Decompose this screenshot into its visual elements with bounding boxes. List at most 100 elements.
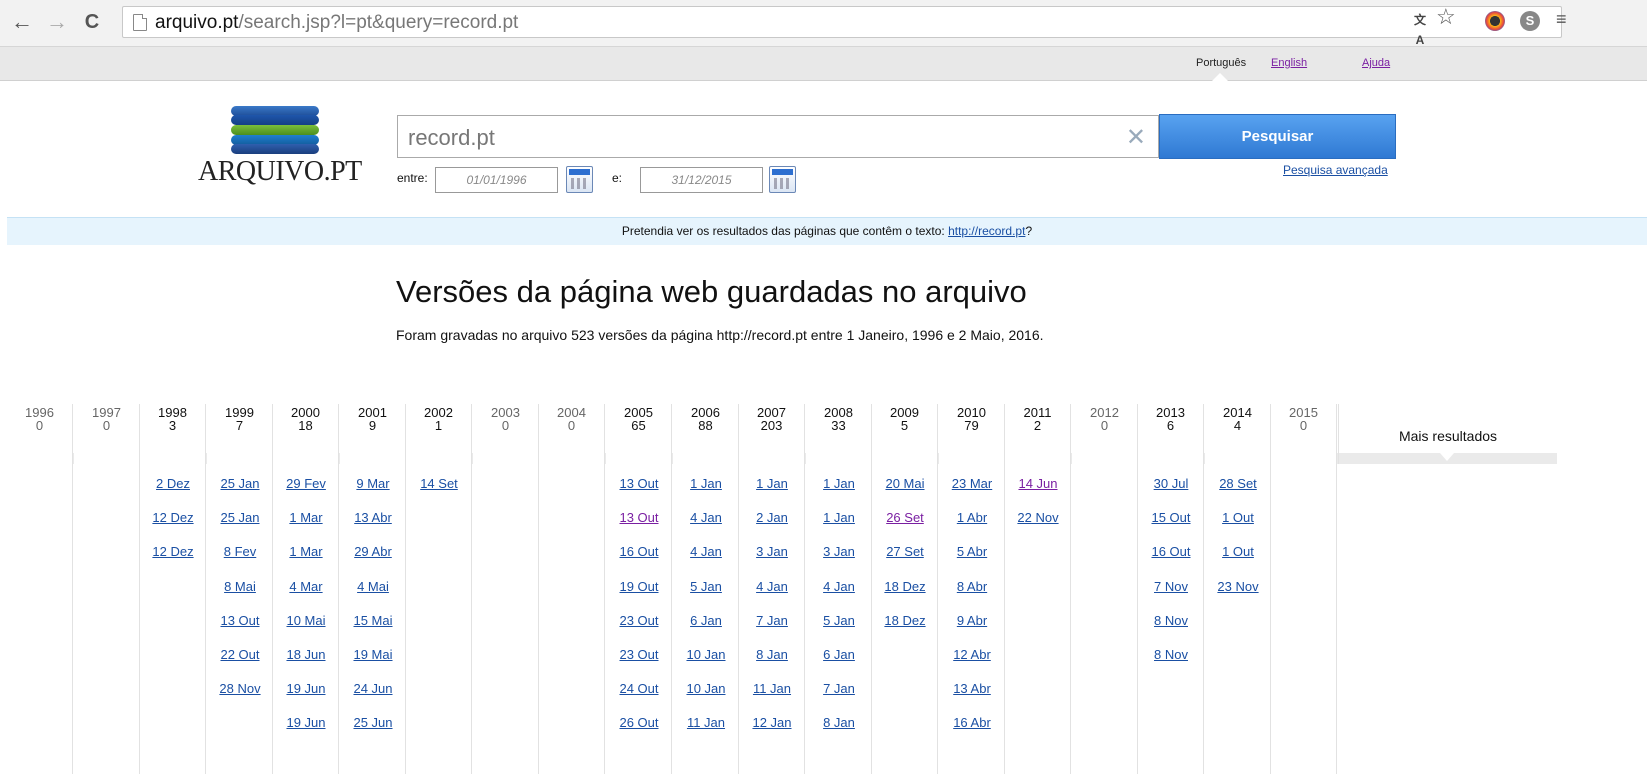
forward-arrow-icon[interactable]: →	[45, 10, 69, 34]
version-link[interactable]: 12 Jan	[739, 715, 805, 730]
translate-icon[interactable]: 文A	[1410, 10, 1430, 47]
version-link[interactable]: 13 Out	[207, 613, 273, 628]
version-link[interactable]: 14 Jun	[1005, 476, 1071, 491]
version-link[interactable]: 1 Mar	[273, 544, 339, 559]
version-link[interactable]: 29 Fev	[273, 476, 339, 491]
version-link[interactable]: 3 Jan	[739, 544, 805, 559]
version-link[interactable]: 23 Out	[606, 647, 672, 662]
to-date-field[interactable]: 31/12/2015	[640, 167, 763, 193]
version-link[interactable]: 19 Jun	[273, 681, 339, 696]
version-link[interactable]: 6 Jan	[673, 613, 739, 628]
version-link[interactable]: 1 Jan	[739, 476, 805, 491]
skype-extension-icon[interactable]: S	[1520, 11, 1540, 31]
advanced-search-link[interactable]: Pesquisa avançada	[1283, 163, 1388, 177]
version-link[interactable]: 1 Out	[1205, 510, 1271, 525]
version-link[interactable]: 1 Out	[1205, 544, 1271, 559]
version-link[interactable]: 25 Jan	[207, 510, 273, 525]
version-link[interactable]: 23 Nov	[1205, 579, 1271, 594]
version-link[interactable]: 26 Out	[606, 715, 672, 730]
lang-english-link[interactable]: English	[1271, 57, 1307, 69]
version-link[interactable]: 2 Dez	[140, 476, 206, 491]
version-link[interactable]: 3 Jan	[806, 544, 872, 559]
version-link[interactable]: 18 Dez	[872, 579, 938, 594]
version-link[interactable]: 30 Jul	[1138, 476, 1204, 491]
version-link[interactable]: 14 Set	[406, 476, 472, 491]
version-link[interactable]: 1 Jan	[673, 476, 739, 491]
version-link[interactable]: 5 Abr	[939, 544, 1005, 559]
version-link[interactable]: 4 Jan	[673, 510, 739, 525]
suggestion-link[interactable]: http://record.pt	[948, 224, 1025, 238]
version-link[interactable]: 13 Out	[606, 510, 672, 525]
version-link[interactable]: 7 Jan	[739, 613, 805, 628]
version-link[interactable]: 25 Jun	[340, 715, 406, 730]
version-link[interactable]: 16 Out	[606, 544, 672, 559]
url-text[interactable]: arquivo.pt/search.jsp?l=pt&query=record.…	[155, 12, 518, 34]
version-link[interactable]: 10 Jan	[673, 681, 739, 696]
version-link[interactable]: 13 Out	[606, 476, 672, 491]
version-link[interactable]: 13 Abr	[939, 681, 1005, 696]
version-link[interactable]: 28 Nov	[207, 681, 273, 696]
version-link[interactable]: 5 Jan	[806, 613, 872, 628]
version-link[interactable]: 12 Dez	[140, 510, 206, 525]
version-link[interactable]: 11 Jan	[673, 715, 739, 730]
version-link[interactable]: 29 Abr	[340, 544, 406, 559]
version-link[interactable]: 8 Nov	[1138, 613, 1204, 628]
version-link[interactable]: 18 Dez	[872, 613, 938, 628]
version-link[interactable]: 9 Abr	[939, 613, 1005, 628]
version-link[interactable]: 8 Mai	[207, 579, 273, 594]
version-link[interactable]: 25 Jan	[207, 476, 273, 491]
version-link[interactable]: 4 Jan	[739, 579, 805, 594]
version-link[interactable]: 9 Mar	[340, 476, 406, 491]
version-link[interactable]: 1 Abr	[939, 510, 1005, 525]
calendar-icon[interactable]	[769, 166, 796, 193]
version-link[interactable]: 4 Jan	[806, 579, 872, 594]
address-bar[interactable]: arquivo.pt/search.jsp?l=pt&query=record.…	[122, 6, 1562, 38]
version-link[interactable]: 23 Out	[606, 613, 672, 628]
version-link[interactable]: 8 Nov	[1138, 647, 1204, 662]
version-link[interactable]: 28 Set	[1205, 476, 1271, 491]
version-link[interactable]: 13 Abr	[340, 510, 406, 525]
version-link[interactable]: 10 Mai	[273, 613, 339, 628]
version-link[interactable]: 4 Jan	[673, 544, 739, 559]
version-link[interactable]: 8 Abr	[939, 579, 1005, 594]
version-link[interactable]: 12 Abr	[939, 647, 1005, 662]
version-link[interactable]: 1 Jan	[806, 476, 872, 491]
version-link[interactable]: 8 Fev	[207, 544, 273, 559]
version-link[interactable]: 26 Set	[872, 510, 938, 525]
version-link[interactable]: 7 Nov	[1138, 579, 1204, 594]
version-link[interactable]: 12 Dez	[140, 544, 206, 559]
version-link[interactable]: 23 Mar	[939, 476, 1005, 491]
help-link[interactable]: Ajuda	[1362, 57, 1390, 69]
search-query[interactable]: record.pt	[408, 125, 495, 151]
version-link[interactable]: 20 Mai	[872, 476, 938, 491]
version-link[interactable]: 2 Jan	[739, 510, 805, 525]
version-link[interactable]: 19 Mai	[340, 647, 406, 662]
version-link[interactable]: 1 Mar	[273, 510, 339, 525]
version-link[interactable]: 8 Jan	[739, 647, 805, 662]
clear-icon[interactable]: ✕	[1126, 123, 1146, 152]
search-input[interactable]: record.pt ✕	[397, 115, 1159, 158]
version-link[interactable]: 4 Mai	[340, 579, 406, 594]
calendar-icon[interactable]	[566, 166, 593, 193]
version-link[interactable]: 7 Jan	[806, 681, 872, 696]
version-link[interactable]: 22 Out	[207, 647, 273, 662]
version-link[interactable]: 8 Jan	[806, 715, 872, 730]
version-link[interactable]: 18 Jun	[273, 647, 339, 662]
version-link[interactable]: 19 Jun	[273, 715, 339, 730]
from-date-field[interactable]: 01/01/1996	[435, 167, 558, 193]
version-link[interactable]: 5 Jan	[673, 579, 739, 594]
version-link[interactable]: 1 Jan	[806, 510, 872, 525]
bookmark-star-icon[interactable]: ☆	[1436, 6, 1456, 28]
version-link[interactable]: 27 Set	[872, 544, 938, 559]
version-link[interactable]: 4 Mar	[273, 579, 339, 594]
arquivo-logo[interactable]: ARQUIVO.PT	[198, 106, 362, 190]
version-link[interactable]: 24 Out	[606, 681, 672, 696]
chrome-menu-icon[interactable]: ≡	[1556, 9, 1567, 29]
version-link[interactable]: 11 Jan	[739, 681, 805, 696]
extension-icon[interactable]	[1485, 11, 1505, 31]
version-link[interactable]: 6 Jan	[806, 647, 872, 662]
version-link[interactable]: 19 Out	[606, 579, 672, 594]
version-link[interactable]: 16 Out	[1138, 544, 1204, 559]
search-button[interactable]: Pesquisar	[1159, 114, 1396, 159]
version-link[interactable]: 22 Nov	[1005, 510, 1071, 525]
